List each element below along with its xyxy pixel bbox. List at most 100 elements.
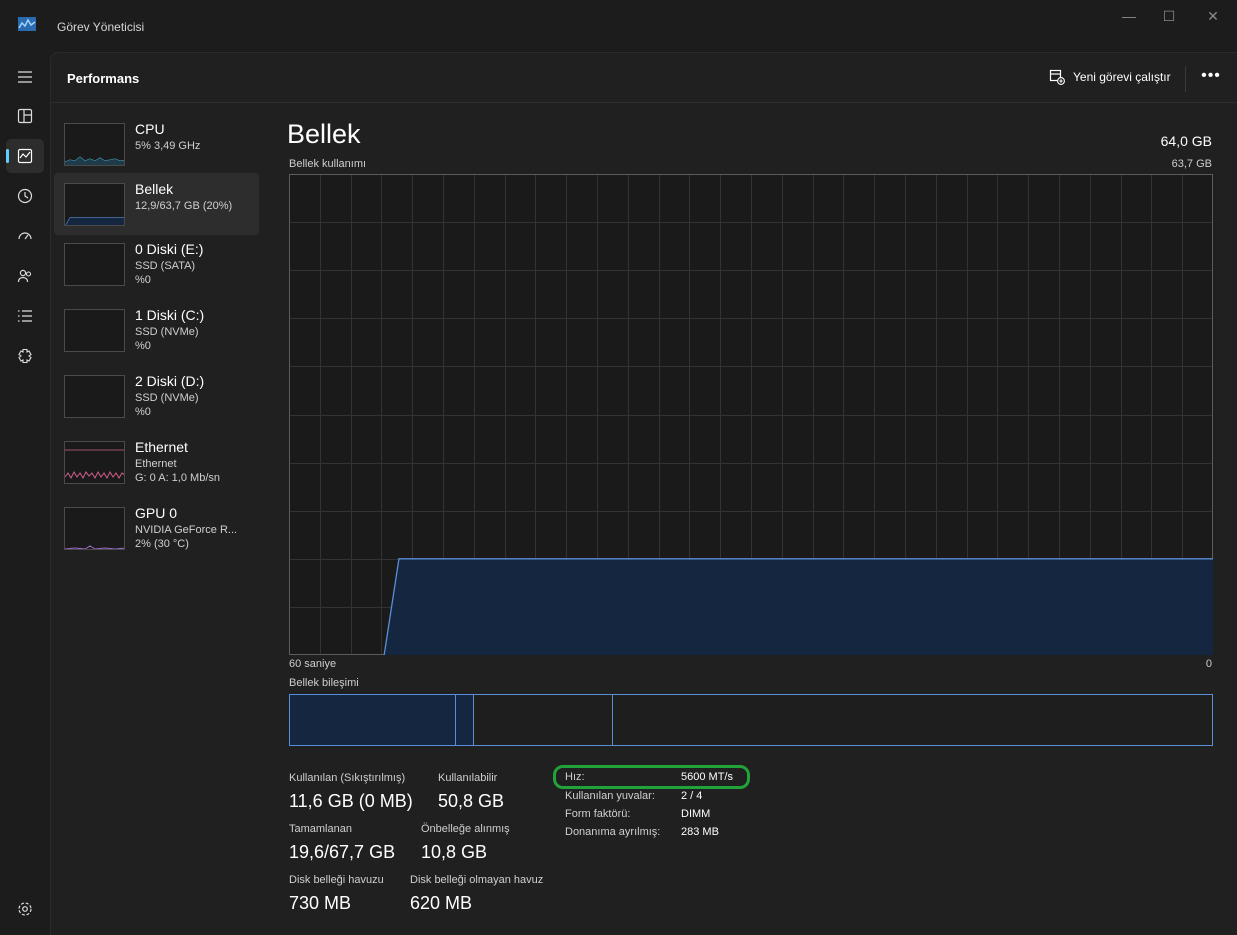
memory-thumbnail (64, 183, 125, 226)
composition-in-use[interactable] (290, 695, 456, 745)
usage-chart-max: 63,7 GB (1171, 158, 1212, 170)
device-detail: 5% 3,49 GHz (135, 140, 201, 152)
close-button[interactable]: ✕ (1190, 0, 1236, 32)
memory-composition-bar (289, 694, 1213, 746)
page-title: Performans (67, 71, 140, 86)
form-factor-label: Form faktörü: (565, 808, 631, 820)
device-name: 0 Diski (E:) (135, 241, 204, 257)
performance-icon (17, 148, 33, 164)
run-task-icon (1049, 69, 1065, 85)
composition-label: Bellek bileşimi (289, 677, 359, 689)
device-detail: Ethernet (135, 458, 177, 470)
in-use-label: Kullanılan (Sıkıştırılmış) (289, 772, 406, 784)
device-detail: SSD (NVMe) (135, 392, 199, 404)
cpu-thumbnail (64, 123, 125, 166)
speed-value: 5600 MT/s (681, 771, 733, 783)
device-gpu[interactable]: GPU 0 NVIDIA GeForce R... 2% (30 °C) (54, 503, 259, 565)
device-detail: 12,9/63,7 GB (20%) (135, 200, 233, 212)
nav-settings[interactable] (6, 892, 44, 926)
device-disk-d[interactable]: 2 Diski (D:) SSD (NVMe) %0 (54, 371, 259, 433)
device-name: 2 Diski (D:) (135, 373, 205, 389)
device-ethernet[interactable]: Ethernet Ethernet G: 0 A: 1,0 Mb/sn (54, 437, 259, 499)
minimize-icon: — (1122, 8, 1136, 24)
speed-label: Hız: (565, 771, 585, 783)
memory-usage-chart (289, 174, 1213, 655)
disk-e-thumbnail (64, 243, 125, 286)
nav-processes[interactable] (6, 99, 44, 133)
axis-zero-label: 0 (1205, 658, 1212, 670)
nonpaged-pool-label: Disk belleği olmayan havuz (410, 874, 544, 886)
header-divider (1185, 66, 1186, 92)
device-memory[interactable]: Bellek 12,9/63,7 GB (20%) (54, 173, 259, 235)
maximize-icon: ☐ (1162, 7, 1176, 24)
hamburger-menu-icon (18, 71, 32, 83)
hamburger-menu-button[interactable] (6, 60, 44, 94)
page-header: Performans Yeni görevi çalıştır ••• (51, 53, 1237, 103)
nav-performance[interactable] (6, 139, 44, 173)
device-usage: 2% (30 °C) (135, 538, 189, 550)
device-detail: SSD (SATA) (135, 260, 196, 272)
composition-standby[interactable] (474, 695, 613, 745)
committed-label: Tamamlanan (289, 823, 352, 835)
disk-d-thumbnail (64, 375, 125, 418)
usage-area (384, 558, 1213, 655)
nonpaged-pool-value: 620 MB (410, 893, 473, 913)
more-options-button[interactable]: ••• (1199, 67, 1223, 89)
device-usage: G: 0 A: 1,0 Mb/sn (135, 472, 220, 484)
users-icon (17, 269, 32, 283)
slots-label: Kullanılan yuvalar: (565, 790, 655, 802)
cached-value: 10,8 GB (421, 842, 488, 862)
run-new-task-button[interactable]: Yeni görevi çalıştır (1049, 69, 1171, 85)
device-detail: NVIDIA GeForce R... (135, 524, 238, 536)
processes-icon (17, 108, 33, 124)
device-usage: %0 (135, 340, 151, 352)
form-factor-value: DIMM (681, 808, 711, 820)
composition-modified[interactable] (455, 695, 475, 745)
window-title: Görev Yöneticisi (57, 20, 145, 34)
device-cpu[interactable]: CPU 5% 3,49 GHz (54, 119, 259, 181)
nav-rail (0, 52, 50, 935)
title-bar: Görev Yöneticisi — ☐ ✕ (0, 0, 1237, 52)
hardware-reserved-value: 283 MB (681, 826, 719, 838)
device-name: 1 Diski (C:) (135, 307, 205, 323)
startup-apps-icon (18, 232, 32, 240)
more-icon: ••• (1201, 67, 1221, 84)
memory-total: 64,0 GB (1160, 133, 1212, 149)
available-value: 50,8 GB (438, 791, 505, 811)
details-icon (18, 310, 32, 322)
paged-pool-label: Disk belleği havuzu (289, 874, 384, 886)
nav-startup-apps[interactable] (6, 219, 44, 253)
ethernet-thumbnail (64, 441, 125, 484)
slots-value: 2 / 4 (681, 790, 703, 802)
services-icon (18, 348, 32, 364)
usage-chart-label: Bellek kullanımı (289, 158, 367, 170)
paged-pool-value: 730 MB (289, 893, 352, 913)
device-usage: %0 (135, 274, 151, 286)
gpu-thumbnail (64, 507, 125, 550)
device-disk-e[interactable]: 0 Diski (E:) SSD (SATA) %0 (54, 239, 259, 301)
device-name: Bellek (135, 181, 174, 197)
content-title: Bellek (287, 119, 361, 149)
device-name: Ethernet (135, 439, 188, 455)
close-icon: ✕ (1207, 7, 1219, 24)
app-history-icon (17, 188, 33, 204)
nav-details[interactable] (6, 299, 44, 333)
device-detail: SSD (NVMe) (135, 326, 199, 338)
nav-app-history[interactable] (6, 179, 44, 213)
settings-icon (18, 902, 32, 916)
disk-c-thumbnail (64, 309, 125, 352)
active-indicator (6, 149, 9, 163)
hardware-reserved-label: Donanıma ayrılmış: (565, 826, 661, 838)
nav-services[interactable] (6, 339, 44, 373)
cached-label: Önbelleğe alınmış (421, 823, 510, 835)
device-name: GPU 0 (135, 505, 178, 521)
device-disk-c[interactable]: 1 Diski (C:) SSD (NVMe) %0 (54, 305, 259, 367)
run-task-label: Yeni görevi çalıştır (1073, 70, 1171, 84)
nav-users[interactable] (6, 259, 44, 293)
task-manager-app-icon (18, 17, 36, 31)
maximize-button[interactable]: ☐ (1146, 0, 1192, 32)
device-name: CPU (135, 121, 165, 137)
main-panel: Performans Yeni görevi çalıştır ••• CPU … (50, 52, 1237, 935)
committed-value: 19,6/67,7 GB (289, 842, 396, 862)
axis-time-label: 60 saniye (289, 658, 337, 670)
